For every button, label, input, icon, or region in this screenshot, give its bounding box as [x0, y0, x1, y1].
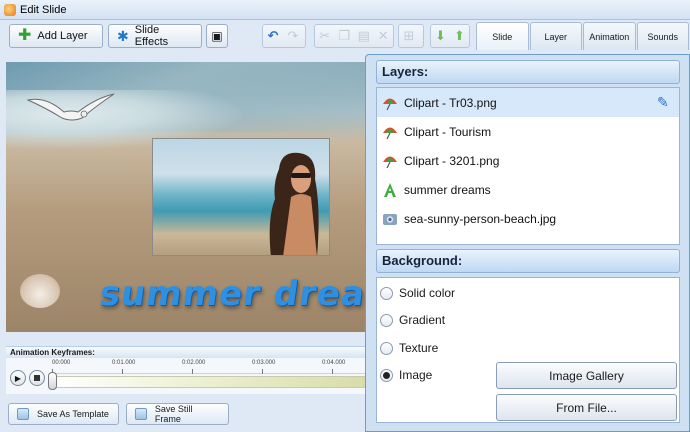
playhead-handle[interactable]: [48, 372, 57, 390]
radio-indicator: [380, 313, 393, 327]
radio-image[interactable]: Image: [380, 367, 432, 383]
seashell-clipart[interactable]: [20, 274, 60, 308]
image-gallery-button[interactable]: Image Gallery: [496, 362, 677, 389]
tab-strip: Slide Layer Animation Sounds: [476, 22, 690, 50]
tick-label: 0:02.000: [182, 360, 206, 366]
keyframes-header: Animation Keyframes:: [6, 346, 366, 358]
tick-label: 0:03.000: [252, 360, 276, 366]
play-button[interactable]: ▶: [10, 370, 26, 386]
arrange-dropdown[interactable]: ⊞: [398, 24, 424, 48]
layer-item[interactable]: Clipart - 3201.png: [377, 146, 679, 175]
move-up-icon[interactable]: ⬆: [450, 28, 469, 44]
play-icon: ▶: [14, 373, 22, 383]
add-layer-button[interactable]: ✚ Add Layer: [9, 24, 103, 48]
radio-solid-color[interactable]: Solid color: [380, 285, 455, 301]
radio-label: Gradient: [399, 313, 446, 327]
background-header: Background:: [376, 249, 680, 273]
redo-icon[interactable]: ↷: [283, 28, 303, 44]
layer-label: Clipart - Tourism: [404, 124, 492, 139]
undo-redo-group: ↶ ↷: [262, 24, 306, 48]
paste-icon[interactable]: ▤: [354, 28, 374, 44]
layers-list: Clipart - Tr03.png ✎ Clipart - Tourism C…: [376, 87, 680, 245]
layer-item[interactable]: Clipart - Tourism: [377, 117, 679, 146]
still-frame-icon: [135, 408, 147, 420]
background-options: Solid color Gradient Texture Image Image…: [376, 277, 680, 423]
slide-preview[interactable]: summer dreams: [6, 62, 366, 332]
save-still-frame-button[interactable]: Save Still Frame: [126, 403, 229, 425]
umbrella-icon: [382, 95, 398, 111]
save-still-frame-label: Save Still Frame: [154, 404, 193, 424]
order-group: ⬇ ⬆: [430, 24, 470, 48]
save-as-template-label: Save As Template: [37, 409, 109, 419]
camera-icon: ▣: [211, 29, 223, 43]
copy-icon[interactable]: ❐: [335, 28, 355, 44]
template-icon: [17, 408, 29, 420]
layer-label: Clipart - 3201.png: [404, 153, 500, 168]
layers-panel: Layers: Clipart - Tr03.png ✎ Clipart - T…: [365, 54, 690, 432]
tab-layer[interactable]: Layer: [529, 22, 582, 50]
title-bar: Edit Slide: [0, 0, 690, 20]
seagull-clipart[interactable]: [26, 92, 116, 132]
camera-button[interactable]: ▣: [206, 24, 228, 48]
undo-icon[interactable]: ↶: [263, 28, 283, 44]
move-down-icon[interactable]: ⬇: [431, 28, 450, 44]
radio-label: Image: [399, 368, 433, 382]
stop-button[interactable]: [29, 370, 45, 386]
tick-mark: [262, 369, 263, 374]
radio-texture[interactable]: Texture: [380, 340, 438, 356]
edit-group: ✂ ❐ ▤ ✕: [314, 24, 394, 48]
summer-dreams-text-layer[interactable]: summer dreams: [97, 274, 366, 314]
effects-icon: ✱: [117, 28, 129, 44]
layers-header: Layers:: [376, 60, 680, 84]
timeline-ruler: 00:000 0:01.000 0:02.000 0:03.000 0:04.0…: [52, 358, 366, 374]
layer-item[interactable]: summer dreams: [377, 175, 679, 204]
layer-item[interactable]: Clipart - Tr03.png ✎: [377, 88, 679, 117]
app-icon: [4, 3, 16, 16]
toolbar: ✚ Add Layer ✱ Slide Effects ▣ ↶ ↷ ✂ ❐ ▤ …: [0, 20, 475, 54]
umbrella-icon: [382, 153, 398, 169]
from-file-button[interactable]: From File...: [496, 394, 677, 421]
radio-gradient[interactable]: Gradient: [380, 312, 445, 328]
text-icon: [382, 182, 398, 198]
slide-effects-label: Slide Effects: [134, 24, 169, 48]
keyframe-track[interactable]: [52, 376, 366, 388]
slide-effects-button[interactable]: ✱ Slide Effects: [108, 24, 202, 48]
umbrella-icon: [382, 124, 398, 140]
tab-sounds[interactable]: Sounds: [636, 22, 689, 50]
radio-indicator: [380, 368, 393, 382]
layer-item[interactable]: sea-sunny-person-beach.jpg: [377, 204, 679, 233]
radio-label: Solid color: [399, 286, 456, 300]
arrange-icon: ⊞: [403, 28, 415, 43]
beach-photo-layer[interactable]: [152, 138, 330, 256]
stop-icon: [34, 375, 40, 381]
radio-indicator: [380, 286, 393, 300]
person-figure: [269, 152, 319, 255]
tick-label: 0:01.000: [112, 360, 136, 366]
tick-label: 00:000: [52, 360, 71, 366]
image-icon: [382, 211, 398, 227]
tick-label: 0:04.000: [322, 360, 346, 366]
layer-label: sea-sunny-person-beach.jpg: [404, 211, 557, 226]
window-title: Edit Slide: [20, 3, 67, 16]
layer-label: Clipart - Tr03.png: [404, 95, 497, 110]
tab-slide[interactable]: Slide: [476, 22, 529, 50]
add-icon: ✚: [18, 27, 32, 44]
keyframes-timeline: 00:000 0:01.000 0:02.000 0:03.000 0:04.0…: [6, 358, 366, 394]
tick-mark: [192, 369, 193, 374]
pencil-icon[interactable]: ✎: [657, 94, 673, 110]
radio-indicator: [380, 341, 393, 355]
delete-icon[interactable]: ✕: [374, 28, 394, 44]
layer-label: summer dreams: [404, 182, 491, 197]
radio-label: Texture: [399, 341, 439, 355]
tab-animation[interactable]: Animation: [583, 22, 636, 50]
tick-mark: [332, 369, 333, 374]
add-layer-label: Add Layer: [37, 30, 88, 42]
cut-icon[interactable]: ✂: [315, 28, 335, 44]
tick-mark: [122, 369, 123, 374]
save-as-template-button[interactable]: Save As Template: [8, 403, 119, 425]
